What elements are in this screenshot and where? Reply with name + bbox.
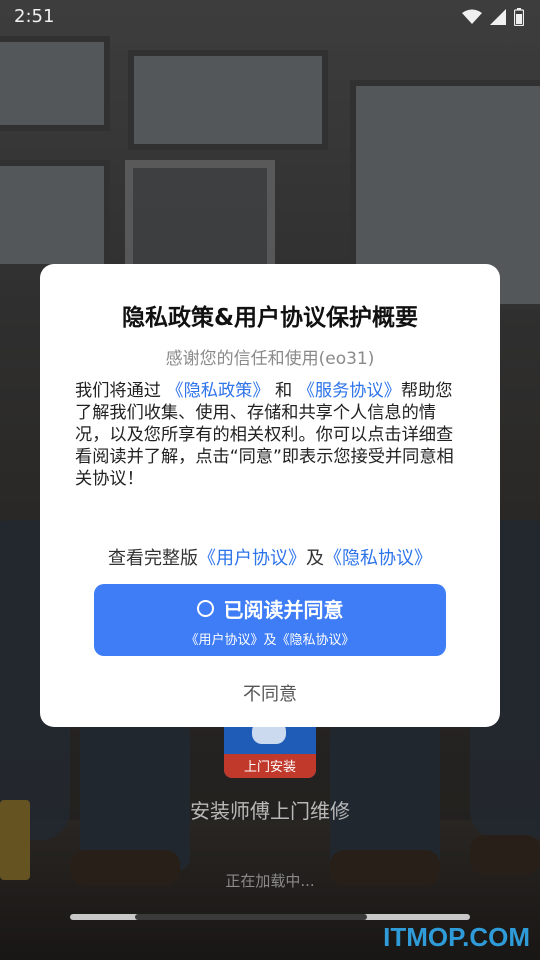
status-bar: 2:51: [0, 0, 540, 36]
dialog-body: 我们将通过 《隐私政策》 和 《服务协议》帮助您了解我们收集、使用、存储和共享个…: [75, 380, 467, 490]
watermark: ITMOP.COM: [383, 922, 530, 952]
full-version-line: 查看完整版《用户协议》及《隐私协议》: [40, 544, 500, 570]
privacy-dialog: 隐私政策&用户协议保护概要 感谢您的信任和使用(eo31) 我们将通过 《隐私政…: [40, 264, 500, 727]
loading-text: 正在加载中...: [225, 872, 315, 890]
full-version-label: 查看完整版: [108, 548, 198, 569]
body-text: 和: [275, 381, 293, 401]
radio-circle-icon: [196, 600, 214, 617]
privacy-agreement-link[interactable]: 《隐私协议》: [324, 548, 432, 569]
logo-text: 上门安装: [243, 760, 296, 775]
privacy-policy-link[interactable]: 《隐私政策》: [166, 381, 269, 401]
body-text: 我们将通过: [75, 381, 161, 401]
agree-button-label: 已阅读并同意: [223, 598, 344, 622]
agree-button[interactable]: 已阅读并同意 《用户协议》及《隐私协议》: [94, 584, 446, 656]
signal-icon: [490, 9, 506, 25]
status-time: 2:51: [14, 6, 55, 27]
battery-icon: [514, 8, 524, 26]
agree-button-sublabel: 《用户协议》及《隐私协议》: [185, 633, 355, 648]
dialog-subtitle: 感谢您的信任和使用(eo31): [165, 349, 375, 369]
app-title: 安装师傅上门维修: [190, 799, 350, 823]
loading-progress-fill: [135, 914, 367, 920]
service-agreement-link[interactable]: 《服务协议》: [298, 381, 401, 401]
loading-progress-bar: [70, 914, 470, 920]
full-version-and: 及: [306, 548, 324, 569]
wifi-icon: [462, 9, 482, 25]
dialog-title: 隐私政策&用户协议保护概要: [121, 305, 419, 331]
disagree-button[interactable]: 不同意: [40, 680, 500, 706]
user-agreement-link[interactable]: 《用户协议》: [198, 548, 306, 569]
